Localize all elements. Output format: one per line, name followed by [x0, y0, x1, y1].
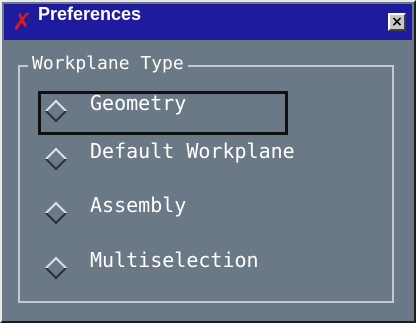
radio-label-multiselection: Multiselection: [90, 248, 259, 272]
radio-diamond-icon: [44, 99, 68, 123]
window-title: Preferences: [38, 4, 142, 24]
radio-label-default-workplane: Default Workplane: [90, 139, 295, 163]
radio-multiselection[interactable]: Multiselection: [38, 248, 288, 292]
close-button[interactable]: ×: [388, 13, 406, 31]
radio-assembly[interactable]: Assembly: [38, 193, 288, 237]
radio-diamond-icon: [44, 201, 68, 225]
radio-label-geometry: Geometry: [90, 91, 187, 115]
x-mark-icon: ✗: [11, 8, 33, 36]
title-bar[interactable]: ✗ Preferences ×: [4, 4, 412, 40]
group-label: Workplane Type: [28, 52, 188, 76]
radio-label-assembly: Assembly: [90, 193, 187, 217]
radio-default-workplane[interactable]: Default Workplane: [38, 139, 295, 183]
radio-geometry[interactable]: Geometry: [38, 91, 288, 135]
radio-diamond-icon: [44, 256, 68, 280]
radio-diamond-icon: [44, 147, 68, 171]
